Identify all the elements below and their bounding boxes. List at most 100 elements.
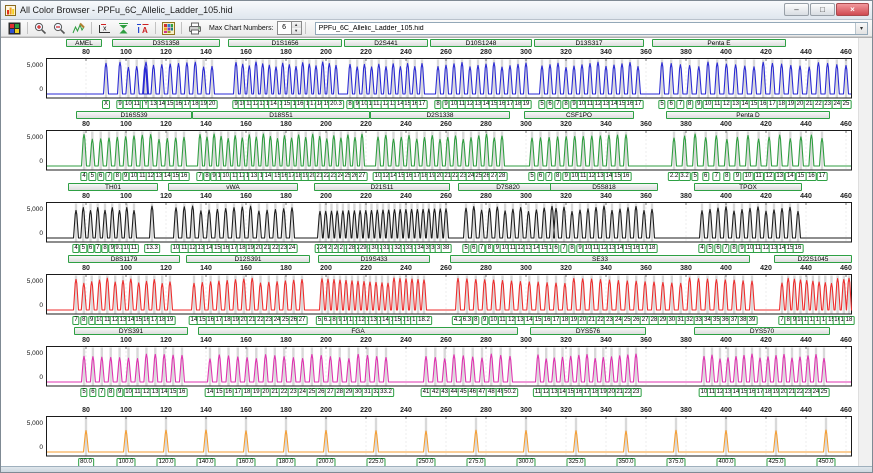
axis-tick-label: 280 xyxy=(480,49,492,56)
allele-label: 120.0 xyxy=(156,458,176,466)
marker-header-D22S1045: D22S1045 xyxy=(774,255,852,263)
chart-area: 5,000 0 xyxy=(1,130,872,171)
trace-red[interactable] xyxy=(1,274,867,315)
axis-tick-label: 80 xyxy=(82,193,90,200)
y-axis-zero-label: 0 xyxy=(39,444,43,451)
axis-tick-label: 100 xyxy=(120,49,132,56)
axis-tick-label: 100 xyxy=(120,265,132,272)
trace-orange[interactable] xyxy=(1,416,867,457)
chart-trace-edit-icon[interactable] xyxy=(70,21,87,35)
trace-blue[interactable] xyxy=(1,58,867,99)
spinner-arrows: ▲ ▼ xyxy=(290,22,301,34)
marker-header-D1S1656: D1S1656 xyxy=(228,39,342,47)
axis-tick-label: 440 xyxy=(800,121,812,128)
axis-tick-label: 140 xyxy=(200,193,212,200)
allele-label: 425.0 xyxy=(766,458,786,466)
axis-tick-label: 340 xyxy=(600,121,612,128)
maximize-button[interactable]: □ xyxy=(810,3,835,16)
fit-vertical-icon[interactable] xyxy=(115,21,132,35)
zoom-in-icon[interactable] xyxy=(32,21,49,35)
svg-text:A: A xyxy=(142,26,148,35)
axis-tick-label: 80 xyxy=(82,407,90,414)
zoom-out-icon[interactable] xyxy=(51,21,68,35)
allele-call-labels-icon[interactable]: IA xyxy=(134,21,151,35)
marker-header-D8S1179: D8S1179 xyxy=(68,255,180,263)
trace-magenta[interactable] xyxy=(1,346,867,387)
marker-header-D19S433: D19S433 xyxy=(318,255,430,263)
axis-tick-label: 300 xyxy=(520,121,532,128)
axis-tick-label: 80 xyxy=(82,265,90,272)
color-settings-icon[interactable] xyxy=(160,21,177,35)
allele-label: 9 xyxy=(481,316,489,325)
marker-header-Penta-D: Penta D xyxy=(666,111,830,119)
all-color-grid-icon[interactable] xyxy=(6,21,23,35)
allele-label: 8 xyxy=(434,100,442,109)
x-axis-tick-track: 80 100 120 140 160 180 200 220 240 260 280 300 320 34… xyxy=(1,120,867,130)
allele-label: 50.2 xyxy=(502,388,518,397)
chart-area: 5,000 0 xyxy=(1,274,872,315)
chart-area: 5,000 0 xyxy=(1,416,872,457)
axis-tick-label: 160 xyxy=(240,337,252,344)
allele-label: 9 xyxy=(115,388,124,397)
y-axis-max-label: 5,000 xyxy=(26,62,43,69)
allele-label: 14 xyxy=(784,172,796,181)
allele-label: 5 xyxy=(691,172,699,181)
window-controls: – □ × xyxy=(784,3,869,16)
axis-tick-label: 400 xyxy=(720,49,732,56)
all-color-browser-window: All Color Browser - PPFu_6C_Allelic_Ladd… xyxy=(0,0,873,473)
allele-label: 6 xyxy=(546,100,554,109)
toolbar-separator xyxy=(91,22,92,34)
channel-rows: AMEL D3S1358 D1S1656 D2S441 D10S1248 D13S317 P… xyxy=(1,38,872,466)
spinner-down-icon[interactable]: ▼ xyxy=(291,28,301,34)
channel-row-red: D8S1179 D12S391 D19S433 SE33 D22S1045 80 100 12… xyxy=(1,254,872,326)
axis-tick-label: 280 xyxy=(480,265,492,272)
marker-header-TPOX: TPOX xyxy=(694,183,802,191)
allele-label: 225.0 xyxy=(366,458,386,466)
axis-tick-label: 200 xyxy=(320,49,332,56)
allele-label: 13 xyxy=(774,172,786,181)
y-axis-zero-label: 0 xyxy=(39,86,43,93)
allele-label: 6 xyxy=(86,244,95,253)
allele-label: 100.0 xyxy=(116,458,136,466)
trace-black[interactable] xyxy=(1,202,867,243)
x-axis-tick-track: 80 100 120 140 160 180 200 220 240 260 280 300 320 34… xyxy=(1,406,867,416)
allele-label: 18 xyxy=(646,244,658,253)
allele-label: 8 xyxy=(101,244,109,253)
max-chart-numbers-spinner[interactable]: 6 ▲ ▼ xyxy=(276,21,302,35)
x-axis-tick-track: 80 100 120 140 160 180 200 220 240 260 280 300 320 34… xyxy=(1,336,867,346)
allele-label: 4 xyxy=(698,244,706,253)
x-axis-scale-icon[interactable]: x xyxy=(96,21,113,35)
axis-tick-label: 120 xyxy=(160,337,172,344)
close-button[interactable]: × xyxy=(836,3,869,16)
allele-label: 24 xyxy=(286,244,298,253)
allele-label: 11 xyxy=(128,244,140,253)
axis-tick-label: 180 xyxy=(280,193,292,200)
minimize-button[interactable]: – xyxy=(784,3,809,16)
allele-label: 25 xyxy=(840,100,852,109)
axis-tick-label: 180 xyxy=(280,49,292,56)
allele-label: 3.2 xyxy=(678,172,691,181)
y-axis-max-label: 5,000 xyxy=(26,278,43,285)
combobox-dropdown-icon[interactable]: ▾ xyxy=(855,22,867,34)
axis-tick-label: 100 xyxy=(120,337,132,344)
horizontal-scrollbar[interactable] xyxy=(1,466,872,472)
allele-label: 20.3 xyxy=(328,100,344,109)
marker-header-AMEL: AMEL xyxy=(66,39,102,47)
allele-label-track: 7 8 9 10 11 12 13 14 15 16 17 18 19 14 15 16 17 18 19 20 21 2… xyxy=(1,315,867,326)
trace-green[interactable] xyxy=(1,130,867,171)
chart-panel: AMEL D3S1358 D1S1656 D2S441 D10S1248 D13S317 P… xyxy=(1,37,872,466)
axis-tick-label: 120 xyxy=(160,407,172,414)
y-axis-zero-label: 0 xyxy=(39,302,43,309)
file-combobox[interactable]: PPFu_6C_Allelic_Ladder_105.hid ▾ xyxy=(314,21,868,35)
axis-tick-label: 100 xyxy=(120,193,132,200)
axis-tick-label: 340 xyxy=(600,49,612,56)
allele-label: 8 xyxy=(685,100,694,109)
axis-tick-label: 160 xyxy=(240,265,252,272)
allele-label: 7 xyxy=(722,244,730,253)
marker-header-FGA: FGA xyxy=(198,327,518,335)
allele-label-track: 5 6 7 8 9 10 11 12 13 14 15 16 14 15 16 17 18 19 20 21 22 23 2… xyxy=(1,387,867,398)
axis-tick-label: 240 xyxy=(400,49,412,56)
toolbar-separator xyxy=(304,22,306,34)
x-axis-tick-track: 80 100 120 140 160 180 200 220 240 260 280 300 320 34… xyxy=(1,264,867,274)
print-icon[interactable] xyxy=(186,21,203,35)
